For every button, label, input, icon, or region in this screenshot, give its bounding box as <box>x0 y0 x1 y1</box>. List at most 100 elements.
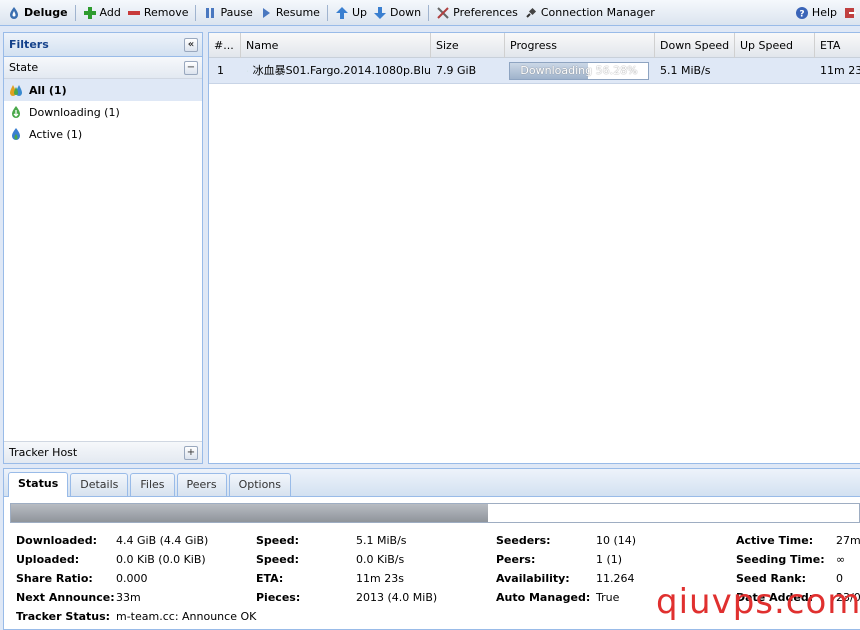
stat-down-speed: Speed: <box>256 534 299 547</box>
logout-button[interactable] <box>840 2 860 24</box>
tab-peers[interactable]: Peers <box>176 473 227 496</box>
stat-peers: Peers: <box>496 553 536 566</box>
grid-header: #... Name Size Progress Down Speed Up Sp… <box>209 33 860 58</box>
torrent-row[interactable]: 1 冰血暴S01.Fargo.2014.1080p.Blu 7.9 GiB Do… <box>209 58 860 84</box>
torrent-eta: 11m 23s <box>820 64 860 77</box>
filters-title: Filters <box>9 38 49 51</box>
stat-downloaded-value: 4.4 GiB (4.4 GiB) <box>116 534 209 547</box>
toolbar-separator <box>326 4 328 21</box>
collapse-filters-button[interactable]: « <box>184 37 198 52</box>
plug-icon <box>526 7 536 18</box>
stat-pieces-value: 2013 (4.0 MiB) <box>356 591 438 604</box>
stat-share-ratio-value: 0.000 <box>116 572 148 585</box>
tab-status[interactable]: Status <box>8 472 69 497</box>
stat-tracker-status: Tracker Status: <box>16 610 111 623</box>
play-icon <box>262 7 270 18</box>
filter-item-active[interactable]: Active (1) <box>4 123 202 145</box>
tracker-host-label: Tracker Host <box>9 446 78 459</box>
deluge-logo: Deluge <box>4 2 71 24</box>
stat-up-speed-value: 0.0 KiB/s <box>356 553 405 566</box>
tab-files[interactable]: Files <box>130 473 175 496</box>
connection-manager-button[interactable]: Connection Manager <box>521 2 658 24</box>
downloading-state-icon <box>247 70 248 72</box>
toolbar-separator <box>74 4 76 21</box>
torrent-index: 1 <box>217 64 224 77</box>
filter-item-all[interactable]: All (1) <box>4 79 202 101</box>
stat-uploaded-value: 0.0 KiB (0.0 KiB) <box>116 553 206 566</box>
tracker-host-expand-button[interactable]: + <box>184 445 198 460</box>
app-title: Deluge <box>24 6 68 19</box>
toolbar: Deluge Add Remove Pause Resume Up Down P… <box>0 0 860 26</box>
toolbar-separator <box>428 4 430 21</box>
active-icon <box>12 128 20 140</box>
stat-seeding-time-value: ∞ <box>836 553 846 566</box>
stat-up-speed: Speed: <box>256 553 299 566</box>
stat-pieces: Pieces: <box>256 591 301 604</box>
add-button[interactable]: Add <box>80 2 124 24</box>
watermark: qiuvps.com <box>656 582 860 622</box>
plus-icon <box>83 6 96 19</box>
overall-progress-bar <box>10 503 860 523</box>
arrow-up-icon <box>335 6 348 19</box>
state-label: State <box>9 61 39 74</box>
svg-text:?: ? <box>799 9 804 19</box>
torrent-progress-bar: Downloading 56.28% <box>509 62 649 80</box>
column-header-size[interactable]: Size <box>431 33 505 58</box>
arrow-down-icon <box>373 6 386 19</box>
torrent-up-speed <box>735 58 815 84</box>
filter-item-downloading[interactable]: Downloading (1) <box>4 101 202 123</box>
column-header-up-speed[interactable]: Up Speed <box>735 33 815 58</box>
stat-share-ratio: Share Ratio: <box>16 572 93 585</box>
torrent-progress-text: Downloading 56.28% <box>520 64 638 77</box>
toolbar-separator <box>195 4 197 21</box>
stat-seeding-time: Seeding Time: <box>736 553 825 566</box>
tracker-host-section-header[interactable]: Tracker Host + <box>4 441 202 463</box>
preferences-button[interactable]: Preferences <box>433 2 521 24</box>
pause-icon <box>206 7 215 18</box>
stat-auto-managed: Auto Managed: <box>496 591 591 604</box>
overall-progress-fill <box>11 504 489 522</box>
stat-active-time: Active Time: <box>736 534 814 547</box>
stat-tracker-status-value: m-team.cc: Announce OK <box>116 610 257 623</box>
torrent-grid: #... Name Size Progress Down Speed Up Sp… <box>208 32 860 464</box>
stat-availability: Availability: <box>496 572 570 585</box>
logout-icon <box>845 7 856 18</box>
resume-button[interactable]: Resume <box>256 2 323 24</box>
details-tabbar: Status Details Files Peers Options <box>4 469 860 497</box>
stat-down-speed-value: 5.1 MiB/s <box>356 534 407 547</box>
stat-peers-value: 1 (1) <box>596 553 623 566</box>
column-header-eta[interactable]: ETA <box>815 33 860 58</box>
state-section-header[interactable]: State − <box>4 57 202 79</box>
stat-auto-managed-value: True <box>596 591 620 604</box>
stat-seeders-value: 10 (14) <box>596 534 637 547</box>
tools-icon <box>437 6 449 19</box>
queue-down-button[interactable]: Down <box>370 2 424 24</box>
column-header-progress[interactable]: Progress <box>505 33 655 58</box>
stat-next-announce-value: 33m <box>116 591 141 604</box>
tab-options[interactable]: Options <box>228 473 292 496</box>
stat-active-time-value: 27m <box>836 534 860 547</box>
filters-panel: Filters « State − All (1) Downloading (1… <box>3 32 203 464</box>
stat-eta: ETA: <box>256 572 284 585</box>
column-header-down-speed[interactable]: Down Speed <box>655 33 735 58</box>
stat-next-announce: Next Announce: <box>16 591 115 604</box>
queue-up-button[interactable]: Up <box>332 2 370 24</box>
stat-eta-value: 11m 23s <box>356 572 404 585</box>
stat-uploaded: Uploaded: <box>16 553 80 566</box>
stat-downloaded: Downloaded: <box>16 534 98 547</box>
help-icon: ? <box>795 6 808 19</box>
torrent-size: 7.9 GiB <box>436 64 477 77</box>
filters-header: Filters « <box>4 33 202 57</box>
state-collapse-button[interactable]: − <box>184 60 198 75</box>
tab-details[interactable]: Details <box>70 473 129 496</box>
column-header-name[interactable]: Name <box>241 33 431 58</box>
torrent-name-cell: 冰血暴S01.Fargo.2014.1080p.Blu <box>241 58 431 84</box>
remove-button[interactable]: Remove <box>124 2 192 24</box>
downloading-icon <box>12 106 20 118</box>
stat-availability-value: 11.264 <box>596 572 635 585</box>
column-header-index[interactable]: #... <box>209 33 241 58</box>
stat-seeders: Seeders: <box>496 534 551 547</box>
pause-button[interactable]: Pause <box>200 2 255 24</box>
help-button[interactable]: ? Help <box>792 2 840 24</box>
all-states-icon <box>10 85 22 96</box>
